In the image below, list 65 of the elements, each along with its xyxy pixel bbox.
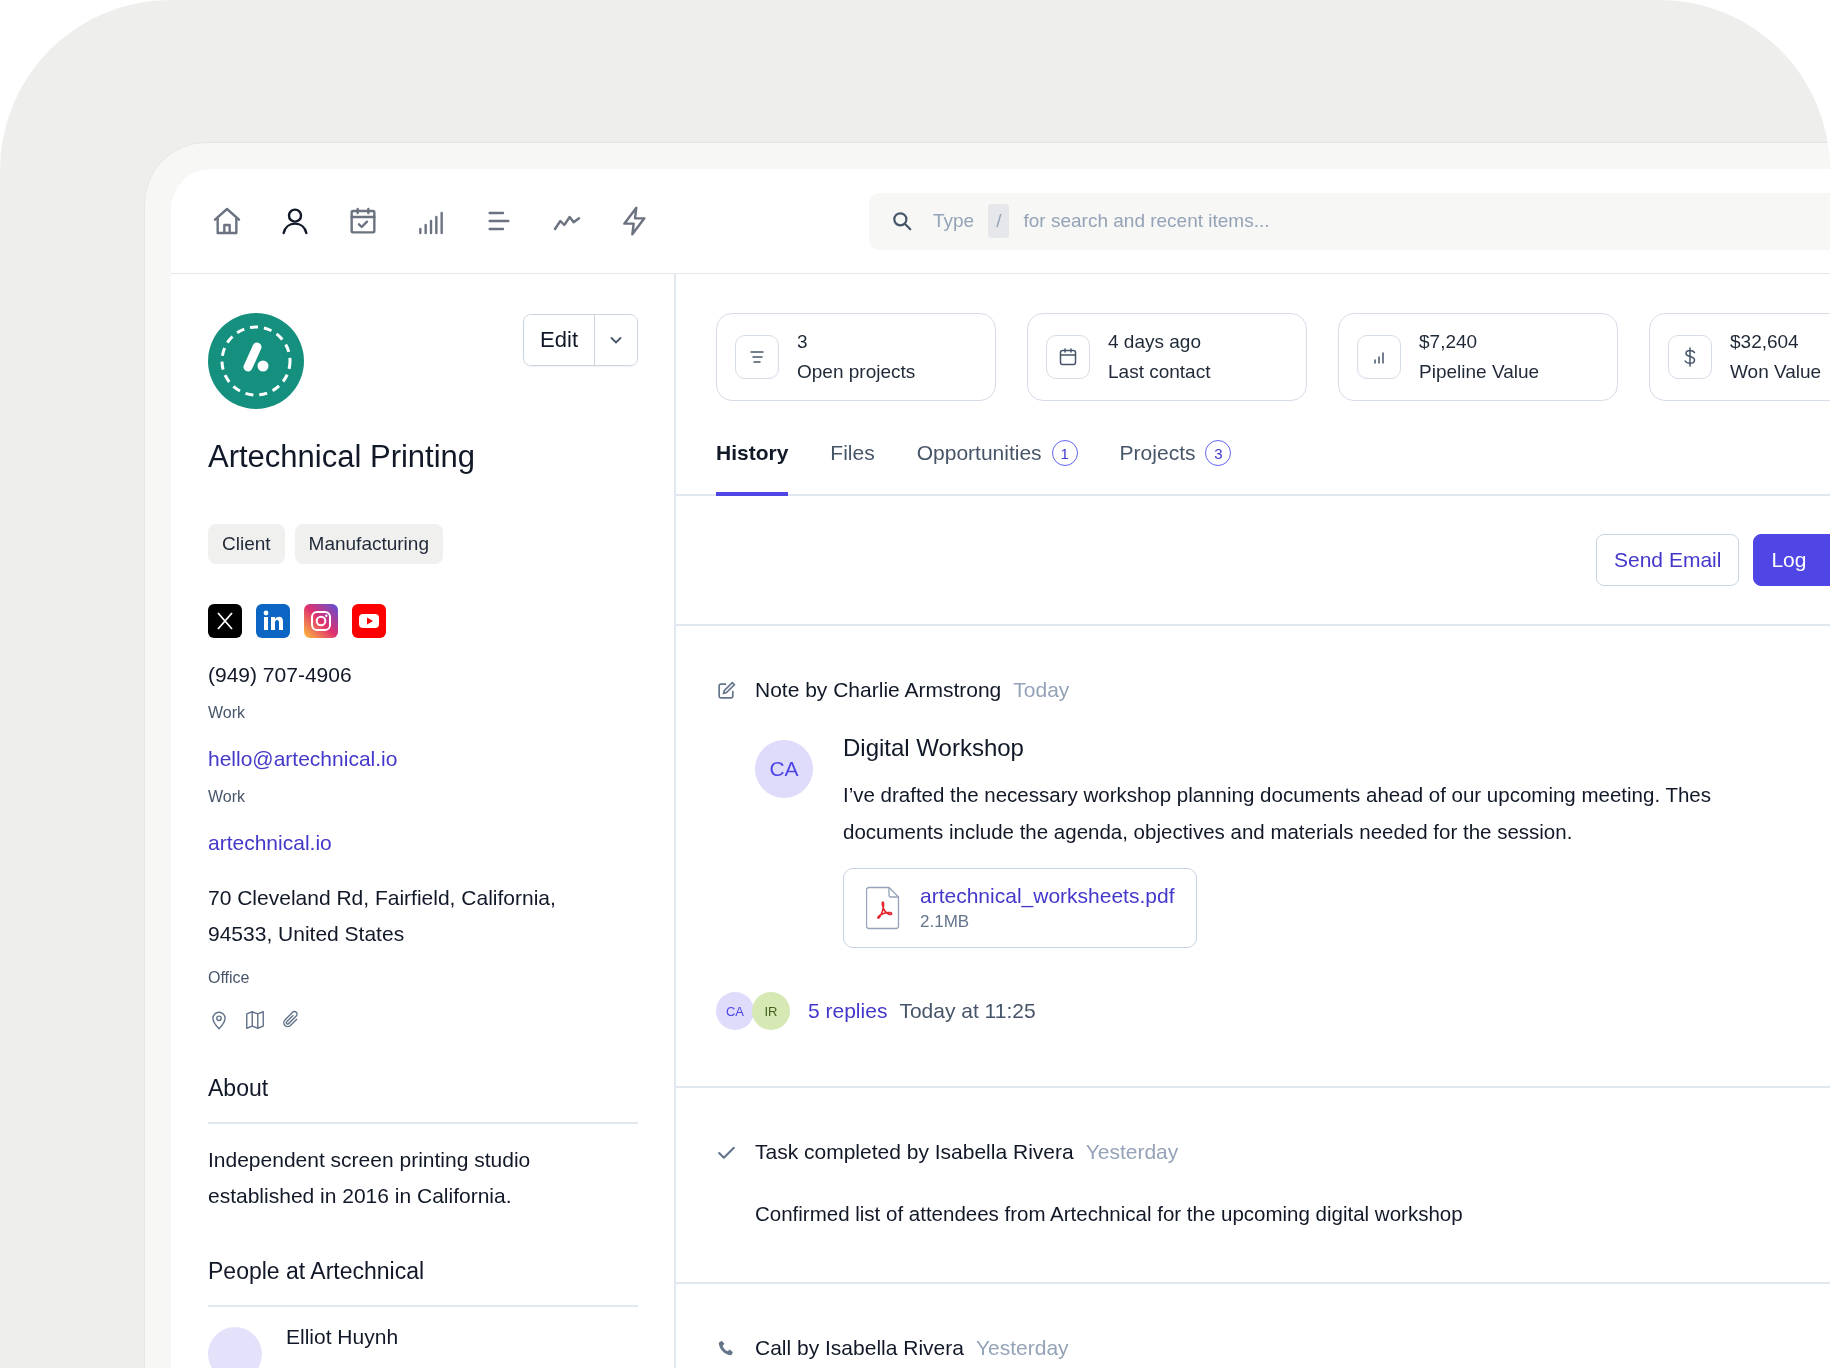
attachment-card[interactable]: artechnical_worksheets.pdf 2.1MB [843,868,1198,948]
activity-title: Task completed by Isabella Rivera [755,1140,1074,1164]
tab[interactable]: Projects 3 [1119,431,1232,496]
tag: Manufacturing [294,524,443,564]
person-name[interactable]: Elliot Huynh [286,1325,399,1368]
log-button[interactable]: Log [1753,534,1830,586]
tab[interactable]: Opportunities 1 [916,431,1078,496]
avatar: CA [755,740,813,798]
avatar: IR [752,992,790,1030]
company-logo-icon [208,313,304,409]
home-icon[interactable] [211,205,243,237]
file-size: 2.1MB [920,912,971,932]
search-hint: Type [933,210,975,232]
edit-button[interactable]: Edit [524,315,595,365]
stat-label: Open projects [797,361,916,383]
activity-time: Today [1013,678,1070,702]
activity-title: Note by Charlie Armstrong [755,678,1002,702]
phone-number: (949) 707-4906 [208,663,353,687]
tab[interactable]: History [716,431,789,496]
search-icon [891,210,913,232]
stat-label: Last contact [1108,361,1211,383]
search-input[interactable]: for search and recent items... [1023,210,1444,232]
avatar [208,1327,262,1368]
address: 70 Cleveland Rd, Fairfield, California, 94533, United States [208,885,557,947]
stat-value: $32,604 [1730,331,1800,353]
section-heading: People at Artechnical [208,1258,638,1307]
stat-label: Won Value [1730,361,1822,383]
dollar-icon [1668,335,1712,379]
task-text: Confirmed list of attendees from Artechnical for the upcoming digital workshop [755,1202,1464,1226]
section-heading: About [208,1075,638,1124]
shortcut-key: / [988,204,1010,238]
stat-value: 4 days ago [1108,331,1202,353]
note-text: I’ve drafted the necessary workshop planning documents ahead of our upcoming meeting. Thes documents include the agenda, objectives and materials needed for the session. [843,782,1711,845]
replies-link[interactable]: 5 replies [808,999,888,1023]
activity-time: Yesterday [975,1336,1069,1360]
email-link[interactable]: hello@artechnical.io [208,747,638,771]
map-icon[interactable] [244,1009,266,1031]
x-logo-icon[interactable] [208,604,242,638]
bar-chart-icon [1357,335,1401,379]
list-icon [735,335,779,379]
activity-title: Call by Isabella Rivera [755,1336,964,1360]
tag: Client [208,524,285,564]
activity-time: Yesterday [1085,1140,1179,1164]
instagram-icon[interactable] [304,604,338,638]
youtube-icon[interactable] [352,604,386,638]
avatar: CA [716,992,754,1030]
stat-value: $7,240 [1419,331,1479,353]
calendar-icon[interactable] [347,205,379,237]
stat-value: 3 [797,331,809,353]
note-heading: Digital Workshop [843,734,1025,762]
calendar-icon [1046,335,1090,379]
about-text: Independent screen printing studio established in 2016 in California. [208,1147,532,1209]
website-link[interactable]: artechnical.io [208,831,638,855]
contact-label: Office [208,969,251,987]
file-link[interactable]: artechnical_worksheets.pdf [920,884,1175,908]
contact-label: Work [208,788,247,806]
company-name: Artechnical Printing [208,439,477,475]
linkedin-icon[interactable] [256,604,290,638]
contact-label: Work [208,704,247,722]
pdf-file-icon [866,886,900,930]
edit-icon [716,679,737,701]
tab[interactable]: Files [830,431,875,496]
reply-time: Today at 11:25 [899,999,1036,1023]
send-email-button[interactable]: Send Email [1596,534,1740,586]
stat-label: Pipeline Value [1419,361,1540,383]
